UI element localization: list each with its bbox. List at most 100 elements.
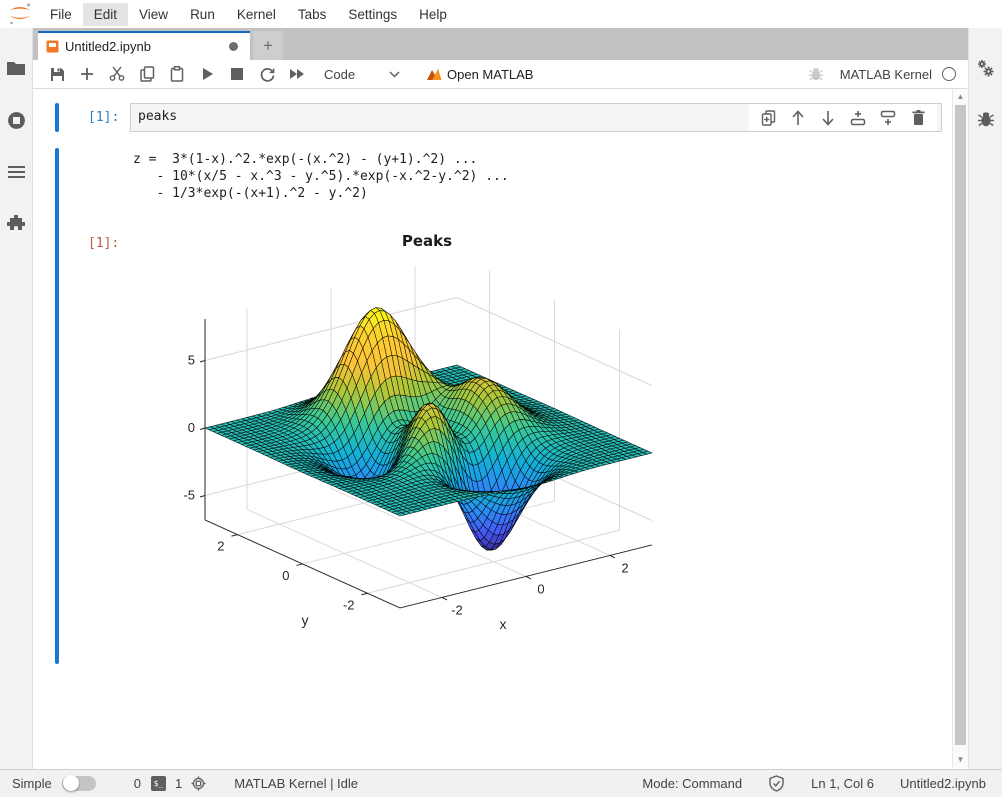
simple-mode-toggle[interactable]	[62, 776, 96, 791]
menu-bar: FileEditViewRunKernelTabsSettingsHelp	[0, 0, 1002, 28]
scrollbar-thumb[interactable]	[955, 105, 966, 745]
running-icon	[7, 111, 26, 130]
debugger-bug-icon[interactable]	[808, 66, 824, 82]
peaks-surface-plot	[133, 228, 763, 646]
jupyterlab-window: FileEditViewRunKernelTabsSettingsHelp	[0, 0, 1002, 797]
extension-manager-tab[interactable]	[0, 198, 33, 250]
status-bar-right: Mode: Command Ln 1, Col 6 Untitled2.ipyn…	[642, 775, 986, 792]
simple-mode-label: Simple	[12, 776, 52, 791]
cell-code: peaks	[138, 109, 177, 124]
toggle-knob	[63, 775, 79, 791]
run-icon	[201, 67, 214, 81]
menu-bar-items: FileEditViewRunKernelTabsSettingsHelp	[39, 3, 458, 26]
notebook-file-icon	[46, 40, 59, 53]
notebook-toolbar: Code Open MATLAB MATLAB Kernel	[33, 60, 968, 89]
cell-toolbar	[749, 104, 937, 131]
plus-icon	[80, 67, 94, 81]
output-plot: Peaks	[133, 228, 763, 648]
scrollbar-down-arrow[interactable]: ▼	[953, 754, 968, 766]
tab-bar: Untitled2.ipynb +	[33, 28, 968, 60]
duplicate-icon	[761, 110, 776, 126]
right-sidebar	[968, 28, 1002, 769]
menu-item-settings[interactable]: Settings	[337, 3, 408, 26]
kernel-count[interactable]: 1	[175, 776, 182, 791]
left-sidebar	[0, 28, 33, 769]
tab-untitled2[interactable]: Untitled2.ipynb	[38, 31, 250, 60]
menu-item-tabs[interactable]: Tabs	[287, 3, 338, 26]
debugger-tab[interactable]	[969, 94, 1002, 144]
fast-forward-icon	[289, 68, 305, 80]
restart-icon	[260, 67, 275, 82]
chevron-down-icon	[389, 71, 400, 78]
table-of-contents-tab[interactable]	[0, 146, 33, 198]
running-sessions-tab[interactable]	[0, 94, 33, 146]
cell-type-value: Code	[324, 67, 355, 82]
trusted-shield-icon	[768, 775, 785, 792]
insert-cell-above-button[interactable]	[843, 106, 873, 130]
restart-run-all-button[interactable]	[282, 61, 312, 87]
copy-icon	[140, 66, 155, 82]
delete-cell-button[interactable]	[903, 106, 933, 130]
kernel-state-text[interactable]: MATLAB Kernel | Idle	[234, 776, 358, 791]
menu-item-edit[interactable]: Edit	[83, 3, 128, 26]
jupyter-logo-icon	[7, 2, 33, 26]
mode-indicator[interactable]: Mode: Command	[642, 776, 742, 791]
file-browser-tab[interactable]	[0, 42, 33, 94]
input-prompt: [1]:	[88, 110, 119, 125]
open-matlab-label: Open MATLAB	[447, 67, 533, 82]
scrollbar-up-arrow[interactable]: ▲	[953, 91, 968, 103]
output-prompt: [1]:	[88, 236, 119, 251]
run-cell-button[interactable]	[192, 61, 222, 87]
paste-cells-button[interactable]	[162, 61, 192, 87]
notebook-panel: [1]: peaks	[33, 89, 968, 768]
bug-icon	[977, 110, 995, 128]
main-area: Untitled2.ipynb +	[33, 28, 968, 769]
tab-label: Untitled2.ipynb	[65, 39, 229, 54]
output-text: z = 3*(1-x).^2.*exp(-(x.^2) - (y+1).^2) …	[133, 151, 509, 203]
cursor-position[interactable]: Ln 1, Col 6	[811, 776, 874, 791]
unsaved-changes-dot[interactable]	[229, 42, 238, 51]
new-tab-button[interactable]: +	[253, 31, 283, 60]
scissors-icon	[109, 66, 125, 82]
list-icon	[7, 165, 26, 179]
matlab-logo-icon	[426, 67, 442, 82]
terminal-count[interactable]: 0	[134, 776, 141, 791]
notebook-scrollbar[interactable]: ▲ ▼	[952, 89, 968, 768]
insert-above-icon	[850, 110, 866, 126]
trash-icon	[912, 110, 925, 125]
folder-icon	[6, 60, 26, 76]
interrupt-kernel-button[interactable]	[222, 61, 252, 87]
move-cell-down-button[interactable]	[813, 106, 843, 130]
output-collapser[interactable]	[55, 148, 59, 664]
insert-cell-below-button[interactable]	[873, 106, 903, 130]
insert-cell-button[interactable]	[72, 61, 102, 87]
menu-item-help[interactable]: Help	[408, 3, 458, 26]
arrow-up-icon	[791, 110, 805, 126]
property-inspector-tab[interactable]	[969, 44, 1002, 94]
kernel-chip-icon	[191, 776, 206, 791]
copy-cells-button[interactable]	[132, 61, 162, 87]
cut-cells-button[interactable]	[102, 61, 132, 87]
kernel-name[interactable]: MATLAB Kernel	[840, 67, 932, 82]
menu-item-view[interactable]: View	[128, 3, 179, 26]
terminal-icon: $_	[151, 776, 166, 791]
save-button[interactable]	[42, 61, 72, 87]
status-filename: Untitled2.ipynb	[900, 776, 986, 791]
input-collapser[interactable]	[55, 103, 59, 132]
menu-item-run[interactable]: Run	[179, 3, 226, 26]
kernel-status-icon[interactable]	[942, 67, 956, 81]
save-icon	[50, 67, 65, 82]
move-cell-up-button[interactable]	[783, 106, 813, 130]
status-bar: Simple 0 $_ 1 MATLAB Kernel | Idle Mode:…	[0, 769, 1002, 797]
restart-kernel-button[interactable]	[252, 61, 282, 87]
menu-item-kernel[interactable]: Kernel	[226, 3, 287, 26]
toolbar-right-group: MATLAB Kernel	[808, 66, 956, 82]
menu-item-file[interactable]: File	[39, 3, 83, 26]
clipboard-icon	[170, 66, 184, 82]
open-matlab-button[interactable]: Open MATLAB	[426, 67, 533, 82]
stop-icon	[231, 68, 243, 80]
cell-type-dropdown[interactable]: Code	[324, 67, 404, 82]
gears-icon	[976, 59, 996, 79]
duplicate-cell-button[interactable]	[753, 106, 783, 130]
puzzle-icon	[7, 215, 25, 233]
